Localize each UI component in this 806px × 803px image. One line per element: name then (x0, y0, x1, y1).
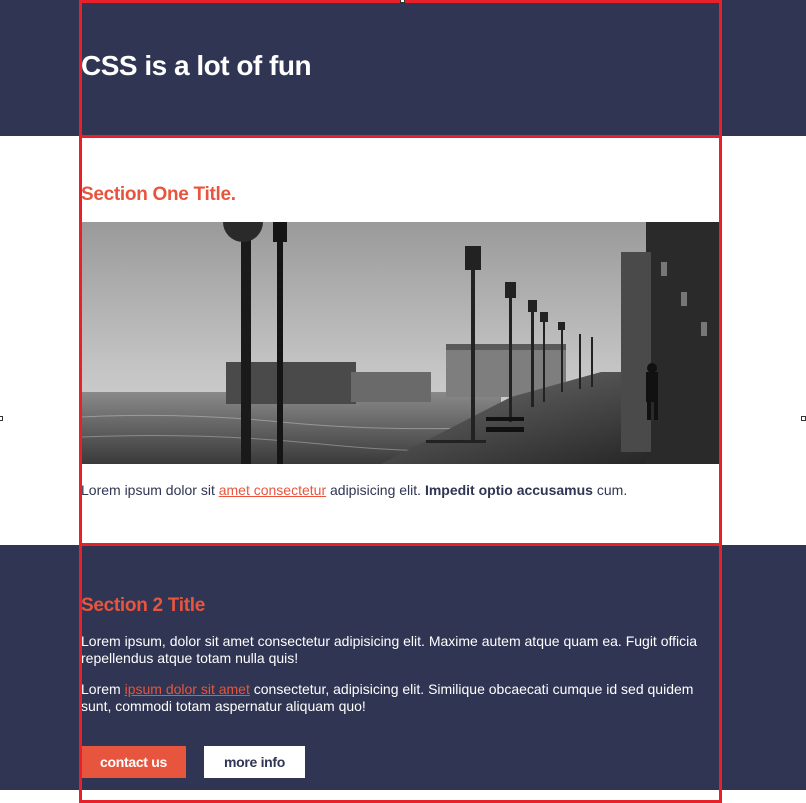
section-two-container-outline (79, 543, 722, 803)
header-container-outline (79, 0, 722, 138)
resize-handle-right[interactable] (801, 416, 806, 421)
section-one-container-outline (79, 135, 722, 546)
resize-handle-top[interactable] (400, 0, 405, 3)
resize-handle-left[interactable] (0, 416, 3, 421)
